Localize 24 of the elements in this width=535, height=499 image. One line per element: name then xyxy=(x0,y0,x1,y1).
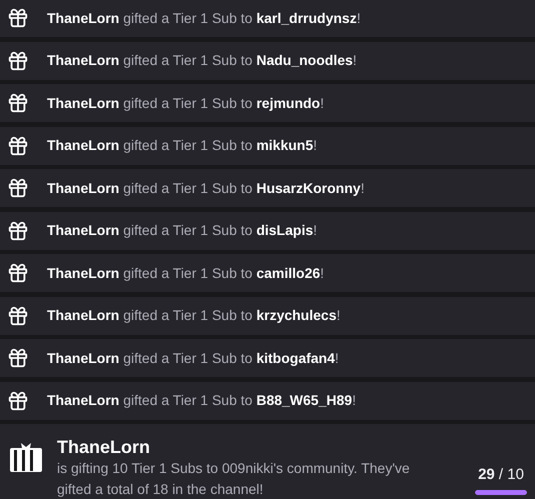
gift-announcement: is gifting 10 Tier 1 Subs to 009nikki's community. They've gifted a total of 18 in the channel! xyxy=(57,458,411,499)
gift-counter: 29 / 10 xyxy=(478,464,524,484)
progress-bar xyxy=(475,490,527,495)
gift-message: ThaneLorn gifted a Tier 1 Sub to mikkun5! xyxy=(47,136,318,155)
gift-message: ThaneLorn gifted a Tier 1 Sub to Nadu_noodles! xyxy=(47,51,357,70)
gift-icon xyxy=(7,262,29,284)
gift-icon xyxy=(7,7,29,29)
gift-icon xyxy=(7,177,29,199)
gift-icon xyxy=(7,50,29,72)
gift-icon xyxy=(7,220,29,242)
gift-message: ThaneLorn gifted a Tier 1 Sub to B88_W65_H89! xyxy=(47,391,356,410)
gift-message: ThaneLorn gifted a Tier 1 Sub to krzychulecs! xyxy=(47,306,340,325)
gift-message: ThaneLorn gifted a Tier 1 Sub to HusarzKoronny! xyxy=(47,178,364,198)
gift-icon xyxy=(7,390,29,412)
gifter-username: ThaneLorn xyxy=(57,436,151,458)
gift-message: ThaneLorn gifted a Tier 1 Sub to kitbogafan4! xyxy=(47,348,339,368)
gift-message: ThaneLorn gifted a Tier 1 Sub to disLapis! xyxy=(47,221,318,240)
gift-icon xyxy=(7,134,29,156)
gift-icon xyxy=(7,92,29,114)
gift-icon xyxy=(7,304,29,326)
gift-message: ThaneLorn gifted a Tier 1 Sub to camillo26! xyxy=(47,264,324,283)
gift-message: ThaneLorn gifted a Tier 1 Sub to karl_drrudynsz! xyxy=(47,8,361,28)
gift-message: ThaneLorn gifted a Tier 1 Sub to rejmundo! xyxy=(47,94,324,113)
gift-icon xyxy=(7,347,29,369)
